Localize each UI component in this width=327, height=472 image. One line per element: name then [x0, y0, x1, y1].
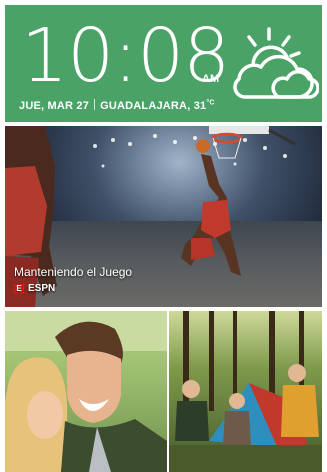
feed-card-photo-couple[interactable]: [5, 311, 167, 472]
feed-card-main-story[interactable]: Manteniendo el Juego E ESPN: [5, 126, 322, 307]
clock-time[interactable]: 10:08: [21, 19, 230, 93]
espn-logo-icon: E: [14, 283, 24, 294]
story-source: E ESPN: [14, 283, 55, 294]
camping-photo: [169, 311, 322, 472]
divider: [94, 99, 96, 110]
story-headline[interactable]: Manteniendo el Juego: [14, 265, 132, 279]
clock-ampm: AM: [202, 73, 220, 85]
temperature-text: 31: [193, 100, 207, 112]
feed-card-photo-camping[interactable]: [169, 311, 322, 472]
location-text: GUADALAJARA,: [100, 100, 191, 112]
date-location-line: JUE, MAR 27 GUADALAJARA, 31°C: [19, 99, 215, 112]
couple-photo: [5, 311, 167, 472]
partly-cloudy-sun-icon[interactable]: [229, 27, 320, 103]
source-name: ESPN: [28, 283, 56, 294]
clock-weather-widget[interactable]: 10:08 AM JUE, MAR 27 GUADALAJARA, 31°C: [5, 5, 322, 122]
date-text: JUE, MAR 27: [19, 100, 90, 112]
temperature-unit: °C: [206, 99, 215, 107]
basketball-photo: [5, 126, 296, 307]
